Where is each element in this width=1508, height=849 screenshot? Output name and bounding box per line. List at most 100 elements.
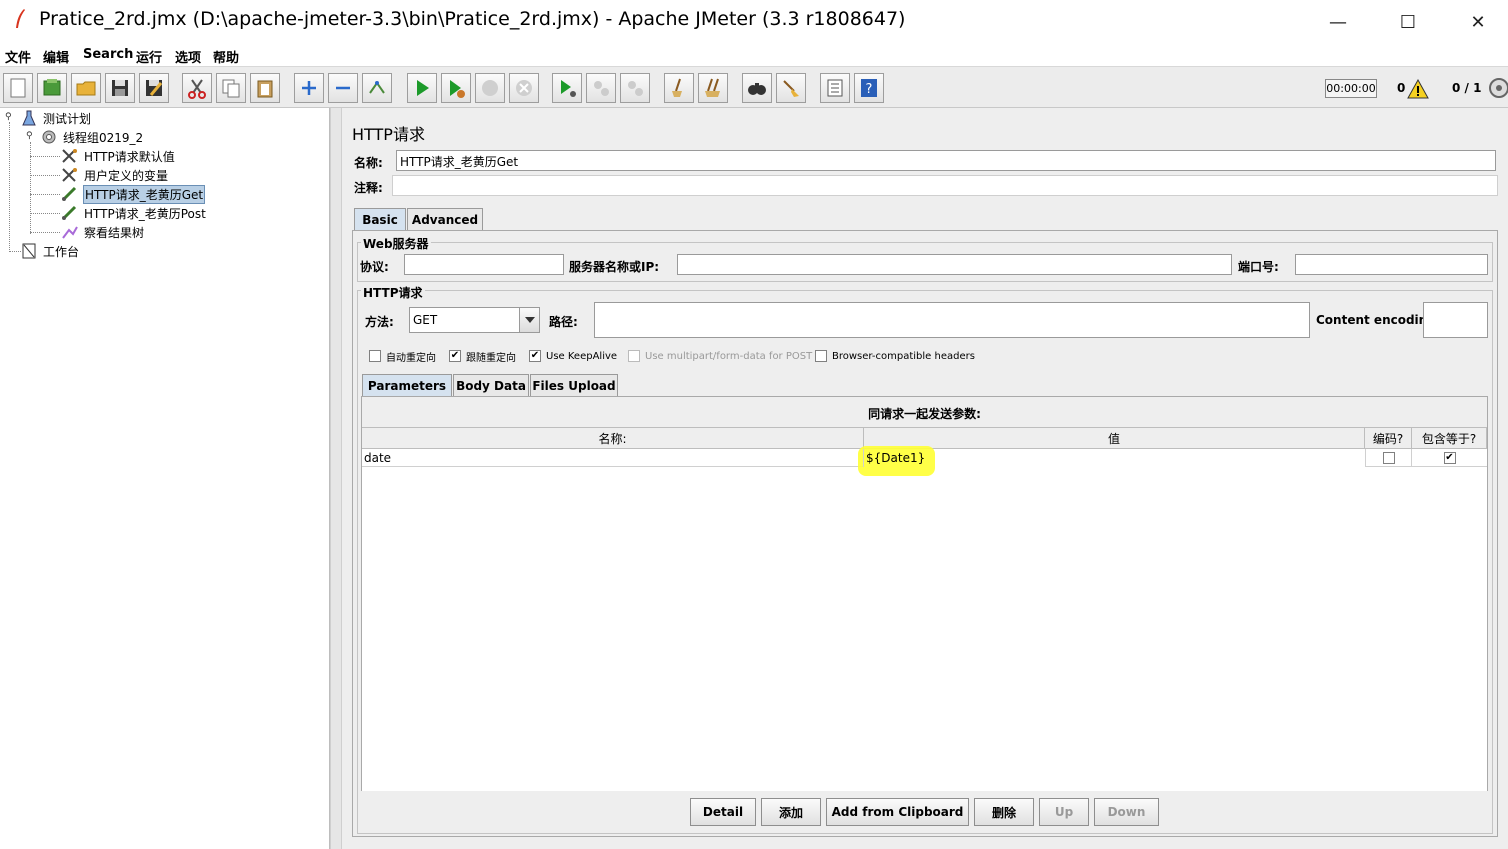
table-cell-value[interactable]: ${Date1}: [864, 449, 1363, 467]
detail-button[interactable]: Detail: [690, 798, 756, 826]
cut-button[interactable]: [182, 73, 212, 103]
start-no-pause-button[interactable]: [441, 73, 471, 103]
column-header-value[interactable]: 值: [864, 427, 1365, 449]
warning-icon[interactable]: [1407, 79, 1429, 99]
paste-button[interactable]: [250, 73, 280, 103]
comment-field[interactable]: [392, 175, 1498, 196]
tree-item-label: 工作台: [43, 244, 80, 259]
new-button[interactable]: [3, 73, 33, 103]
minimize-button[interactable]: —: [1303, 0, 1373, 44]
templates-button[interactable]: [37, 73, 67, 103]
browser-headers-checkbox[interactable]: [815, 350, 827, 362]
parameters-table: 名称: 值 编码? 包含等于? date: [362, 427, 1487, 791]
start-button[interactable]: [407, 73, 437, 103]
content-encoding-field[interactable]: [1423, 302, 1488, 338]
help-button[interactable]: ?: [854, 73, 884, 103]
open-button[interactable]: [71, 73, 101, 103]
stop-button[interactable]: [475, 73, 505, 103]
tree-item-test-plan[interactable]: 测试计划: [20, 109, 92, 127]
svg-text:?: ?: [866, 82, 873, 97]
delete-button[interactable]: 删除: [974, 798, 1034, 826]
tree-item-http-post[interactable]: HTTP请求_老黄历Post: [61, 204, 207, 222]
split-pane-divider[interactable]: [330, 108, 342, 849]
follow-redirects-checkbox-row[interactable]: ✔ 跟随重定向: [449, 349, 516, 364]
tree-item-workbench[interactable]: 工作台: [20, 242, 80, 260]
table-cell-name[interactable]: date: [362, 449, 864, 467]
tree-guide-line: [30, 194, 60, 195]
tree-item-user-variables[interactable]: 用户定义的变量: [61, 166, 169, 184]
remote-exit-button[interactable]: [620, 73, 650, 103]
function-helper-button[interactable]: [820, 73, 850, 103]
tree-guide-line: [30, 156, 60, 157]
redirect-auto-checkbox[interactable]: [369, 350, 381, 362]
tab-files-upload[interactable]: Files Upload: [530, 374, 618, 396]
save-as-button[interactable]: [139, 73, 169, 103]
reset-search-button[interactable]: [776, 73, 806, 103]
toggle-button[interactable]: [362, 73, 392, 103]
keepalive-label: Use KeepAlive: [546, 350, 618, 362]
tree-item-thread-group[interactable]: 线程组0219_2: [40, 128, 144, 146]
encode-checkbox[interactable]: [1382, 451, 1395, 464]
close-button[interactable]: ✕: [1443, 0, 1508, 44]
menu-search[interactable]: Search: [83, 47, 133, 62]
protocol-field[interactable]: [404, 254, 564, 275]
path-field[interactable]: [594, 302, 1310, 338]
column-header-include-equals[interactable]: 包含等于?: [1412, 427, 1487, 449]
menu-file[interactable]: 文件: [5, 47, 31, 66]
copy-icon: [222, 79, 240, 98]
remote-stop-button[interactable]: [586, 73, 616, 103]
add-from-clipboard-button[interactable]: Add from Clipboard: [826, 798, 969, 826]
search-icon: [748, 83, 766, 95]
method-select[interactable]: GET: [409, 307, 521, 333]
tree-expand-toggle[interactable]: ⚲: [5, 112, 12, 122]
port-field[interactable]: [1295, 254, 1488, 275]
redirect-auto-checkbox-row[interactable]: 自动重定向: [369, 349, 436, 364]
tree-item-label: 线程组0219_2: [63, 130, 144, 145]
shutdown-button[interactable]: [509, 73, 539, 103]
function-helper-icon: [827, 79, 843, 97]
keepalive-checkbox-row[interactable]: ✔ Use KeepAlive: [529, 349, 617, 363]
table-cell-include-equals[interactable]: ✔: [1412, 449, 1487, 467]
include-equals-checkbox[interactable]: ✔: [1443, 451, 1456, 464]
menu-options[interactable]: 选项: [175, 47, 201, 66]
expand-button[interactable]: [294, 73, 324, 103]
save-icon: [112, 80, 128, 96]
multipart-checkbox-row[interactable]: Use multipart/form-data for POST: [628, 349, 812, 363]
remote-start-button[interactable]: [552, 73, 582, 103]
server-field[interactable]: [677, 254, 1232, 275]
tab-advanced[interactable]: Advanced: [407, 208, 483, 230]
up-button[interactable]: Up: [1039, 798, 1089, 826]
multipart-checkbox[interactable]: [628, 350, 640, 362]
tab-basic[interactable]: Basic: [354, 208, 406, 230]
menu-run[interactable]: 运行: [136, 47, 162, 66]
clear-all-button[interactable]: [698, 73, 728, 103]
method-dropdown-button[interactable]: [519, 307, 540, 333]
name-label: 名称:: [354, 156, 383, 170]
collapse-button[interactable]: [328, 73, 358, 103]
browser-headers-checkbox-row[interactable]: Browser-compatible headers: [815, 349, 975, 363]
add-button[interactable]: 添加: [761, 798, 821, 826]
maximize-button[interactable]: ☐: [1373, 0, 1443, 44]
tree-expand-toggle[interactable]: ⚲: [26, 131, 33, 141]
tree-item-results-tree[interactable]: 察看结果树: [61, 223, 145, 241]
column-header-encode[interactable]: 编码?: [1365, 427, 1412, 449]
port-label: 端口号:: [1238, 260, 1279, 274]
save-button[interactable]: [105, 73, 135, 103]
menu-edit[interactable]: 编辑: [43, 47, 69, 66]
tree-item-http-defaults[interactable]: HTTP请求默认值: [61, 147, 176, 165]
clear-button[interactable]: [664, 73, 694, 103]
stop-icon: [482, 80, 498, 96]
copy-button[interactable]: [216, 73, 246, 103]
keepalive-checkbox[interactable]: ✔: [529, 350, 541, 362]
search-button[interactable]: [742, 73, 772, 103]
tab-body-data[interactable]: Body Data: [453, 374, 529, 396]
down-button[interactable]: Down: [1094, 798, 1159, 826]
name-field[interactable]: HTTP请求_老黄历Get: [396, 150, 1496, 171]
tree-item-http-get-selected[interactable]: HTTP请求_老黄历Get: [61, 184, 206, 204]
menu-help[interactable]: 帮助: [213, 47, 239, 66]
tab-parameters[interactable]: Parameters: [362, 374, 452, 396]
follow-redirects-checkbox[interactable]: ✔: [449, 350, 461, 362]
tree-item-label: HTTP请求_老黄历Get: [83, 184, 206, 204]
table-cell-encode[interactable]: [1365, 449, 1412, 467]
column-header-name[interactable]: 名称:: [362, 427, 864, 449]
